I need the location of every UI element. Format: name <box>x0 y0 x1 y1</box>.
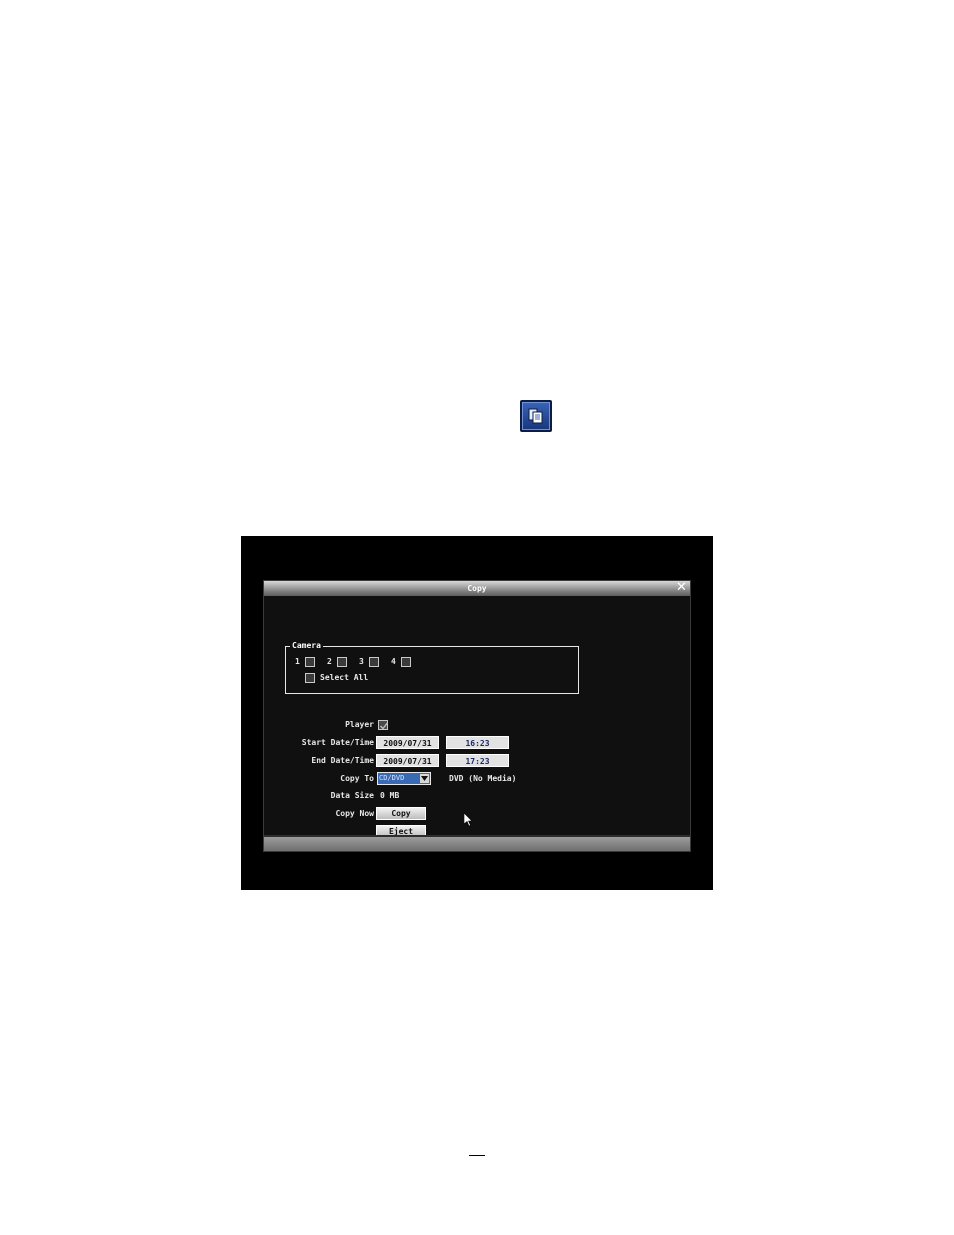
dialog-title: Copy <box>467 584 487 593</box>
camera-4-label: 4 <box>391 657 396 666</box>
copy-to-label: Copy To <box>340 774 374 783</box>
dvr-screenshot: Copy ✕ Camera 1 2 3 4 Select All Player <box>241 536 713 890</box>
camera-group-title: Camera <box>290 641 323 651</box>
chevron-down-icon[interactable] <box>420 774 429 783</box>
camera-3-checkbox[interactable] <box>369 657 379 667</box>
cursor-icon <box>463 812 473 831</box>
camera-1-label: 1 <box>295 657 300 666</box>
data-size-label: Data Size <box>330 791 374 800</box>
select-all-checkbox[interactable] <box>305 673 315 683</box>
camera-group: Camera 1 2 3 4 Select All <box>285 641 579 694</box>
copy-now-label: Copy Now <box>335 809 374 818</box>
copy-button[interactable]: Copy <box>376 807 426 820</box>
end-time-field[interactable]: 17:23 <box>446 754 509 767</box>
select-all-label: Select All <box>320 673 369 682</box>
dialog-titlebar[interactable]: Copy ✕ <box>264 581 690 596</box>
end-datetime-label: End Date/Time <box>311 756 374 765</box>
copy-to-selected-value: CD/DVD <box>379 774 405 782</box>
close-icon[interactable]: ✕ <box>675 581 688 595</box>
start-time-field[interactable]: 16:23 <box>446 736 509 749</box>
camera-3-label: 3 <box>359 657 364 666</box>
camera-2-label: 2 <box>327 657 332 666</box>
dialog-statusbar <box>264 835 690 851</box>
dialog-body: Camera 1 2 3 4 Select All Player Start D… <box>264 596 690 838</box>
copy-to-select[interactable]: CD/DVD <box>377 772 431 785</box>
player-checkbox[interactable] <box>378 720 389 730</box>
start-date-field[interactable]: 2009/07/31 <box>376 736 439 749</box>
data-size-value: 0 MB <box>380 791 400 800</box>
copy-dialog: Copy ✕ Camera 1 2 3 4 Select All Player <box>263 580 691 852</box>
media-status: DVD (No Media) <box>449 774 517 783</box>
copy-icon <box>520 400 552 432</box>
end-date-field[interactable]: 2009/07/31 <box>376 754 439 767</box>
camera-1-checkbox[interactable] <box>305 657 315 667</box>
page-number-line <box>469 1149 485 1156</box>
start-datetime-label: Start Date/Time <box>301 738 374 747</box>
camera-4-checkbox[interactable] <box>401 657 411 667</box>
player-label: Player <box>345 720 374 729</box>
camera-2-checkbox[interactable] <box>337 657 347 667</box>
